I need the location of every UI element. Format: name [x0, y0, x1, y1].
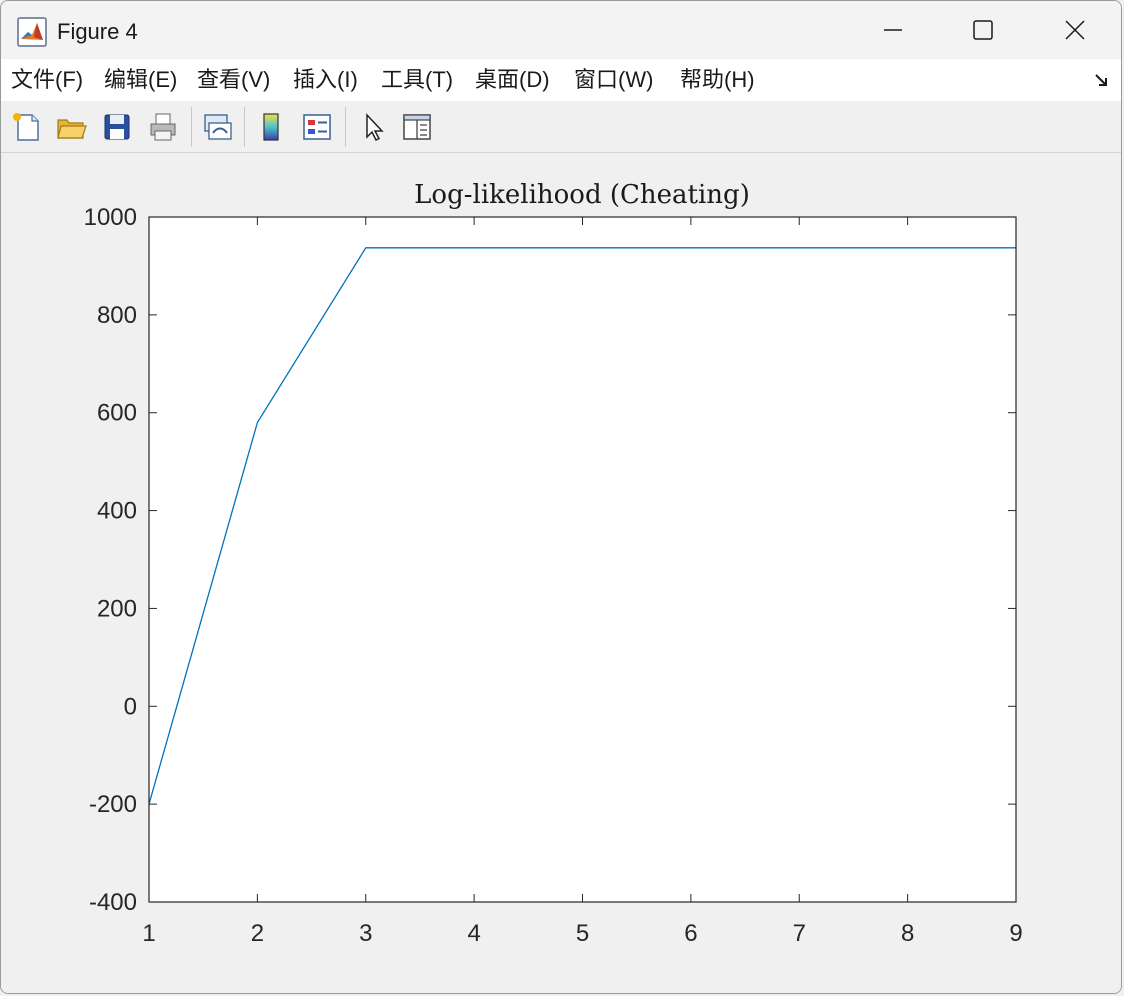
axes-background[interactable] — [149, 217, 1016, 902]
menu-desktop[interactable]: 桌面(D) — [475, 65, 550, 95]
x-tick-label: 1 — [142, 920, 155, 947]
toolbar-separator — [345, 107, 346, 147]
menu-file[interactable]: 文件(F) — [11, 65, 83, 95]
x-tick-label: 8 — [901, 920, 914, 947]
x-tick-label: 9 — [1009, 920, 1022, 947]
colorbar-button[interactable] — [253, 109, 289, 145]
menu-edit[interactable]: 编辑(E) — [104, 65, 177, 95]
x-tick-label: 5 — [576, 920, 589, 947]
menu-bar: 文件(F) 编辑(E) 查看(V) 插入(I) 工具(T) 桌面(D) 窗口(W… — [1, 59, 1121, 101]
title-bar[interactable]: Figure 4 — [1, 1, 1121, 59]
figure-canvas: Log-likelihood (Cheating) 1 2 3 4 5 6 7 8 9 -400 -… — [1, 153, 1121, 993]
maximize-button[interactable] — [955, 9, 1011, 51]
open-file-icon — [57, 119, 87, 139]
link-plot-icon — [204, 114, 232, 140]
colorbar-icon — [263, 113, 279, 141]
y-tick-label: 800 — [97, 302, 137, 329]
new-figure-button[interactable] — [9, 109, 45, 145]
save-button[interactable] — [99, 109, 135, 145]
dock-arrow-icon[interactable] — [1093, 71, 1111, 89]
property-editor-icon — [403, 114, 431, 140]
menu-insert[interactable]: 插入(I) — [293, 65, 358, 95]
new-figure-icon — [13, 113, 39, 141]
window-title: Figure 4 — [57, 19, 138, 44]
print-button[interactable] — [145, 109, 181, 145]
x-tick-label: 6 — [684, 920, 697, 947]
close-icon — [1065, 20, 1085, 40]
y-tick-label: 0 — [124, 693, 137, 720]
close-button[interactable] — [1047, 9, 1103, 51]
y-tick-label: -200 — [89, 791, 137, 818]
y-tick-label: 200 — [97, 595, 137, 622]
x-tick-label: 2 — [251, 920, 264, 947]
save-icon — [104, 114, 130, 140]
toolbar-separator — [191, 107, 192, 147]
toolbar-separator — [244, 107, 245, 147]
figure-toolbar — [1, 101, 1121, 153]
menu-tools[interactable]: 工具(T) — [381, 65, 453, 95]
legend-icon — [303, 114, 331, 140]
menu-view[interactable]: 查看(V) — [197, 65, 270, 95]
y-tick-label: 600 — [97, 400, 137, 427]
y-tick-label: 1000 — [84, 204, 137, 231]
chart-title: Log-likelihood (Cheating) — [414, 180, 750, 210]
minimize-icon — [884, 29, 902, 31]
minimize-button[interactable] — [865, 9, 921, 51]
y-tick-label: 400 — [97, 498, 137, 525]
print-icon — [150, 113, 176, 141]
matlab-icon — [17, 17, 47, 47]
property-editor-button[interactable] — [399, 109, 435, 145]
pointer-icon — [366, 113, 384, 142]
menu-help[interactable]: 帮助(H) — [680, 65, 755, 95]
x-tick-label: 3 — [359, 920, 372, 947]
log-likelihood-chart: Log-likelihood (Cheating) 1 2 3 4 5 6 7 8 9 -400 -… — [84, 180, 1023, 947]
figure-window: Figure 4 文件(F) 编辑(E) 查看(V) 插入(I) 工具(T) 桌… — [0, 0, 1122, 994]
maximize-icon — [973, 20, 993, 40]
pointer-button[interactable] — [355, 109, 391, 145]
menu-window[interactable]: 窗口(W) — [574, 65, 653, 95]
open-file-button[interactable] — [53, 109, 89, 145]
y-tick-label: -400 — [89, 889, 137, 916]
x-tick-label: 4 — [467, 920, 480, 947]
link-plot-button[interactable] — [199, 109, 235, 145]
legend-button[interactable] — [299, 109, 335, 145]
x-tick-label: 7 — [793, 920, 806, 947]
